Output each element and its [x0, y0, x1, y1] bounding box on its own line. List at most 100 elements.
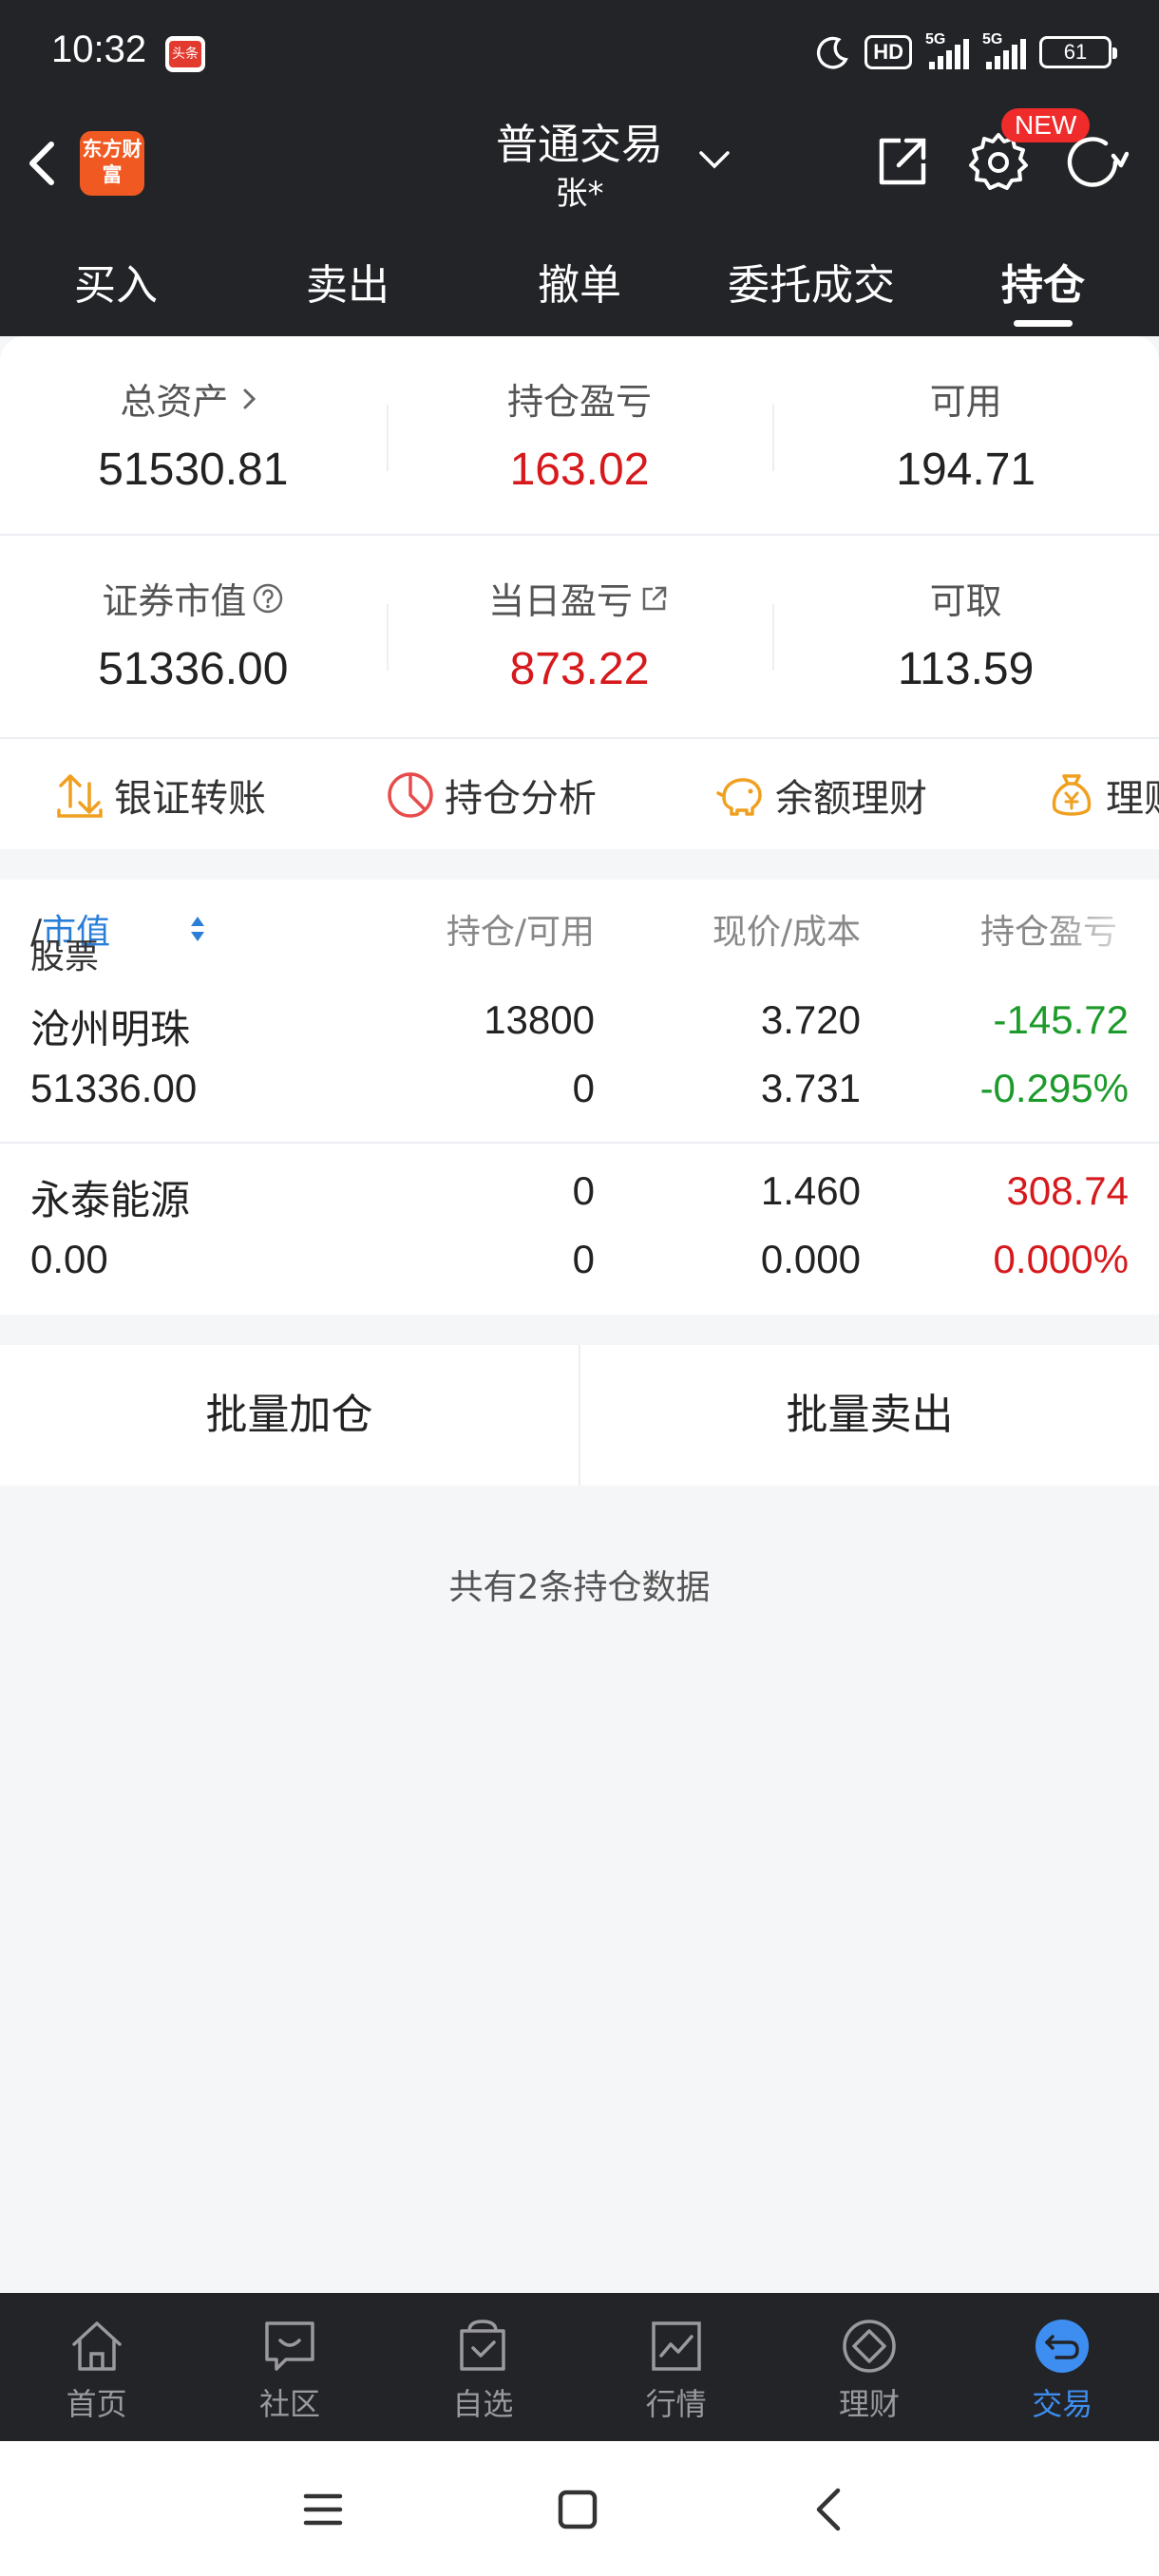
bank-transfer-label: 银证转账 [114, 777, 266, 821]
pie-chart-icon [388, 772, 433, 818]
hd-badge: HD [864, 35, 912, 69]
total-assets-value: 51530.81 [98, 445, 289, 495]
stock-pl-percent: 0.000% [993, 1237, 1129, 1281]
available-funds: 可用 194.71 [772, 336, 1159, 534]
tab-orders-trades[interactable]: 委托成交 [695, 232, 927, 336]
market-value: 证券市值 51336.00 [0, 536, 387, 735]
holdings-header: 股票/市值 持仓/可用 现价/成本 持仓盈亏 [0, 880, 1159, 997]
total-assets-label: 总资产 [120, 381, 229, 423]
batch-sell-button[interactable]: 批量卖出 [579, 1345, 1159, 1486]
holdings-table: 股票/市值 持仓/可用 现价/成本 持仓盈亏 沧州明珠 51336.00 138… [0, 880, 1159, 1315]
bottom-nav: 首页 社区 自选 行情 理财 交易 [0, 2293, 1159, 2441]
nav-home[interactable]: 首页 [0, 2293, 193, 2441]
menu-icon[interactable] [293, 2479, 353, 2540]
bank-transfer-button[interactable]: 银证转账 [53, 767, 266, 823]
stock-pl: 308.74 [1006, 1168, 1129, 1213]
position-analysis-label: 持仓分析 [445, 777, 597, 821]
wealth-management-button[interactable]: 理财 [1045, 767, 1159, 823]
status-bar: 10:32 头条 HD 5G 5G 61 [0, 0, 1159, 103]
signal-icon-2: 5G [982, 31, 1026, 69]
balance-wealth-button[interactable]: 余额理财 [714, 767, 927, 823]
nav-wealth[interactable]: 理财 [772, 2293, 965, 2441]
batch-actions: 批量加仓 批量卖出 [0, 1345, 1159, 1486]
stock-price: 3.720 [760, 997, 861, 1042]
stock-pl-percent: -0.295% [979, 1066, 1129, 1110]
stock-available: 0 [572, 1066, 595, 1110]
position-analysis-button[interactable]: 持仓分析 [384, 767, 597, 823]
chevron-right-icon [243, 388, 256, 408]
tab-cancel-order[interactable]: 撤单 [464, 232, 695, 336]
total-assets[interactable]: 总资产 51530.81 [0, 336, 387, 534]
trade-icon [1036, 2320, 1090, 2373]
battery-icon: 61 [1039, 36, 1117, 68]
app-header: 东方财富 普通交易 张* NEW [0, 103, 1159, 232]
daily-pl-label: 当日盈亏 [488, 580, 634, 622]
help-icon[interactable] [252, 582, 284, 615]
table-row[interactable]: 沧州明珠 51336.00 13800 0 3.720 3.731 -145.7… [0, 973, 1159, 1144]
status-time: 10:32 [51, 28, 147, 70]
stock-available: 0 [572, 1237, 595, 1281]
daily-pl[interactable]: 当日盈亏 873.22 [386, 536, 773, 735]
daily-pl-value: 873.22 [509, 644, 650, 694]
account-summary: 总资产 51530.81 持仓盈亏 163.02 可用 194.71 证券市值 [0, 336, 1159, 737]
trade-tabs: 买入 卖出 撤单 委托成交 持仓 [0, 232, 1159, 336]
chevron-down-icon[interactable] [695, 141, 733, 179]
wealth-management-label: 理财 [1106, 777, 1159, 821]
position-pl: 持仓盈亏 163.02 [386, 336, 773, 534]
table-row[interactable]: 永泰能源 0.00 0 0 1.460 0.000 308.74 0.000% [0, 1144, 1159, 1315]
active-tab-indicator [1014, 320, 1073, 327]
stock-hold: 13800 [484, 997, 595, 1042]
wealth-icon [843, 2320, 896, 2373]
transfer-icon [57, 774, 103, 818]
piggy-bank-icon [716, 778, 762, 816]
stock-market-value: 0.00 [30, 1237, 108, 1281]
position-pl-label: 持仓盈亏 [507, 381, 653, 423]
withdrawable-label: 可取 [929, 580, 1002, 622]
tab-buy[interactable]: 买入 [0, 232, 232, 336]
community-icon [265, 2321, 314, 2371]
nav-market[interactable]: 行情 [580, 2293, 772, 2441]
moon-icon [817, 36, 849, 69]
stock-price: 1.460 [760, 1168, 861, 1213]
position-pl-value: 163.02 [509, 445, 650, 495]
available-label: 可用 [929, 381, 1002, 423]
withdrawable-funds: 可取 113.59 [772, 536, 1159, 735]
external-link-icon [642, 586, 667, 610]
withdrawable-value: 113.59 [898, 644, 1035, 694]
quick-actions: 银证转账 持仓分析 余额理财 理财 [0, 737, 1159, 849]
status-indicators: HD 5G 5G 61 [815, 28, 1117, 76]
market-value-label: 证券市值 [102, 580, 247, 622]
stock-pl: -145.72 [993, 997, 1129, 1042]
stock-cost: 0.000 [760, 1237, 861, 1281]
notification-app-label: 头条 [169, 41, 201, 67]
back-arrow-icon[interactable] [800, 2479, 861, 2540]
column-price-cost: 现价/成本 [712, 913, 861, 952]
stock-name: 永泰能源 [30, 1177, 191, 1223]
batch-add-button[interactable]: 批量加仓 [0, 1345, 579, 1486]
refresh-icon[interactable] [1060, 131, 1129, 194]
notification-app-icon: 头条 [165, 36, 205, 72]
balance-wealth-label: 余额理财 [775, 777, 927, 821]
stock-hold: 0 [572, 1168, 595, 1213]
column-stock-market-value[interactable]: 股票/市值 [30, 904, 110, 976]
signal-icon: 5G [925, 31, 969, 69]
tab-positions[interactable]: 持仓 [927, 232, 1159, 336]
available-value: 194.71 [896, 445, 1036, 495]
stock-name: 沧州明珠 [30, 1006, 191, 1052]
column-hold-available: 持仓/可用 [446, 913, 595, 952]
share-icon[interactable] [872, 131, 933, 192]
market-icon [651, 2321, 701, 2371]
sort-icon[interactable] [188, 914, 207, 944]
holdings-count: 共有2条持仓数据 [448, 1568, 711, 1607]
home-square-icon[interactable] [547, 2479, 608, 2540]
market-value-value: 51336.00 [98, 644, 289, 694]
stock-cost: 3.731 [760, 1066, 861, 1110]
tab-sell[interactable]: 卖出 [232, 232, 464, 336]
nav-community[interactable]: 社区 [193, 2293, 386, 2441]
system-nav-bar [0, 2441, 1159, 2576]
stock-market-value: 51336.00 [30, 1066, 198, 1110]
home-icon [71, 2321, 122, 2371]
nav-watchlist[interactable]: 自选 [387, 2293, 580, 2441]
nav-trade[interactable]: 交易 [966, 2293, 1159, 2441]
money-bag-icon [1052, 774, 1092, 816]
